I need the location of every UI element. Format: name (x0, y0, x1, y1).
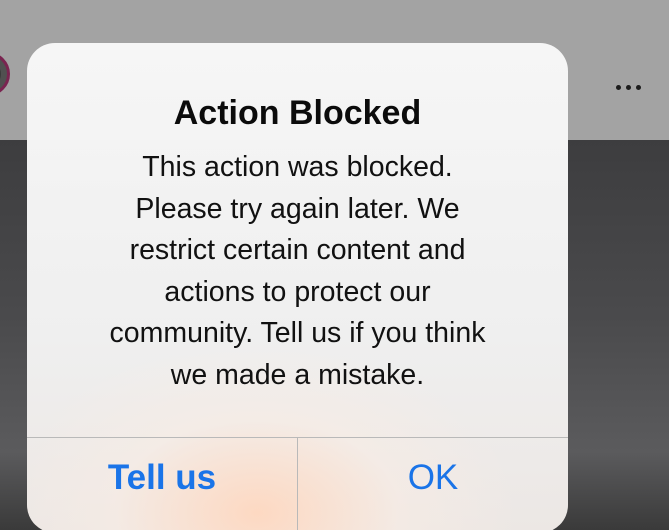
action-blocked-alert: Action Blocked This action was blocked. … (27, 43, 568, 530)
tell-us-button[interactable]: Tell us (27, 438, 297, 530)
alert-message-line: community. Tell us if you think (109, 317, 486, 349)
more-options-button[interactable] (608, 72, 648, 102)
more-horizontal-icon (625, 84, 631, 90)
more-horizontal-icon (635, 84, 641, 90)
screen: Action Blocked This action was blocked. … (0, 0, 669, 530)
alert-message-line: actions to protect our (164, 275, 431, 308)
alert-message-line: Please try again later. We (135, 192, 460, 225)
alert-message-line: This action was blocked. (142, 151, 453, 183)
ok-button-label: OK (407, 457, 459, 497)
alert-message-line: we made a mistake. (170, 358, 425, 391)
ok-button[interactable]: OK (298, 438, 568, 530)
tell-us-button-label: Tell us (107, 457, 217, 497)
more-horizontal-icon (615, 84, 621, 90)
alert-message: This action was blocked. Please try agai… (47, 147, 548, 396)
alert-message-line: restrict certain content and (129, 234, 466, 266)
alert-title: Action Blocked (173, 94, 422, 132)
